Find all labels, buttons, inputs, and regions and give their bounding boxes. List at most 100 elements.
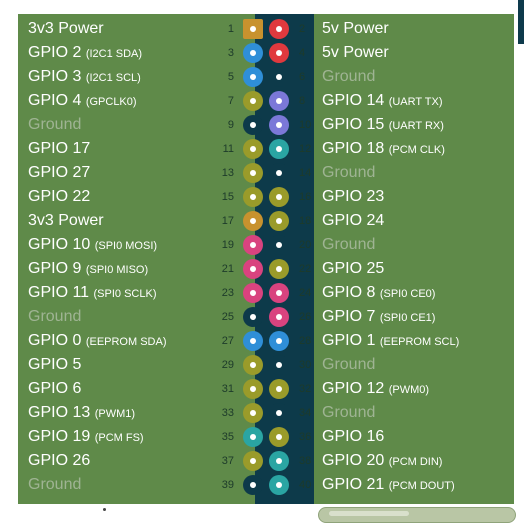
- pin-spi-icon[interactable]: [269, 283, 289, 303]
- pin-gpio-icon[interactable]: [243, 451, 263, 471]
- pin-gpio-icon[interactable]: [243, 355, 263, 375]
- pin-gpio-icon[interactable]: [243, 187, 263, 207]
- pin-name-right[interactable]: GPIO 23: [322, 188, 384, 206]
- pin-name-left[interactable]: 3v3 Power: [28, 212, 104, 230]
- pin-label: GPIO 27: [28, 164, 91, 181]
- pin-name-right[interactable]: GPIO 16: [322, 428, 384, 446]
- pin-gpio-icon[interactable]: [243, 403, 263, 423]
- pin-pcm-icon[interactable]: [269, 475, 289, 495]
- pin-hole-icon: [250, 338, 256, 344]
- pin-name-right[interactable]: GPIO 24: [322, 212, 384, 230]
- pin-hole-icon: [250, 74, 256, 80]
- pin-ground-icon[interactable]: [243, 475, 263, 495]
- pin-gpio-icon[interactable]: [243, 139, 263, 159]
- pin-name-right[interactable]: Ground: [322, 164, 375, 182]
- pin-number: 12: [299, 143, 312, 155]
- pin-name-left[interactable]: Ground: [28, 476, 81, 494]
- pin-number: 16: [299, 191, 312, 203]
- pin-power3v3-icon[interactable]: [243, 19, 263, 39]
- pin-name-left[interactable]: Ground: [28, 308, 81, 326]
- pin-name-left[interactable]: GPIO 10 (SPI0 MOSI): [28, 236, 157, 255]
- pin-name-left[interactable]: GPIO 27: [28, 164, 90, 182]
- pin-name-right[interactable]: GPIO 20 (PCM DIN): [322, 452, 442, 471]
- pin-label: Ground: [28, 116, 82, 133]
- pin-spi-icon[interactable]: [269, 307, 289, 327]
- pin-pcm-icon[interactable]: [269, 451, 289, 471]
- pin-name-right[interactable]: GPIO 14 (UART TX): [322, 92, 443, 111]
- pin-pcm-icon[interactable]: [269, 139, 289, 159]
- pin-i2c-icon[interactable]: [243, 43, 263, 63]
- pin-ground-icon[interactable]: [269, 163, 289, 183]
- pin-name-right[interactable]: GPIO 7 (SPI0 CE1): [322, 308, 435, 327]
- pin-name-left[interactable]: GPIO 11 (SPI0 SCLK): [28, 284, 156, 303]
- pin-gpio-icon[interactable]: [243, 91, 263, 111]
- pin-ground-icon[interactable]: [269, 67, 289, 87]
- pin-name-left[interactable]: GPIO 13 (PWM1): [28, 404, 135, 423]
- pin-ground-icon[interactable]: [269, 235, 289, 255]
- pin-name-right[interactable]: GPIO 15 (UART RX): [322, 116, 444, 135]
- pin-name-right[interactable]: 5v Power: [322, 20, 389, 38]
- bottom-scroll-thumb[interactable]: [329, 511, 409, 516]
- pin-name-right[interactable]: Ground: [322, 68, 375, 86]
- pin-spi-icon[interactable]: [243, 259, 263, 279]
- pin-name-right[interactable]: 5v Power: [322, 44, 389, 62]
- pin-name-right[interactable]: GPIO 8 (SPI0 CE0): [322, 284, 435, 303]
- pin-name-left[interactable]: GPIO 17: [28, 140, 90, 158]
- pin-name-right[interactable]: Ground: [322, 236, 375, 254]
- pin-name-left[interactable]: GPIO 0 (EEPROM SDA): [28, 332, 167, 351]
- pin-gpio-icon[interactable]: [269, 187, 289, 207]
- pin-name-right[interactable]: Ground: [322, 404, 375, 422]
- pin-gpio-icon[interactable]: [243, 379, 263, 399]
- pin-spi-icon[interactable]: [243, 283, 263, 303]
- pin-label: GPIO 9: [28, 260, 82, 277]
- bottom-scroll-hint[interactable]: [318, 507, 516, 523]
- pin-hole-icon: [276, 146, 282, 152]
- pin-number: 14: [299, 167, 312, 179]
- pin-number: 39: [221, 479, 234, 491]
- pin-name-left[interactable]: 3v3 Power: [28, 20, 104, 38]
- pin-name-right[interactable]: Ground: [322, 356, 375, 374]
- pin-power5v-icon[interactable]: [269, 19, 289, 39]
- pin-ground-icon[interactable]: [243, 115, 263, 135]
- pin-name-left[interactable]: GPIO 6: [28, 380, 81, 398]
- pin-label: Ground: [322, 236, 376, 253]
- pin-row: 3v3 Power 1 2 5v Power: [18, 17, 514, 41]
- pin-name-left[interactable]: GPIO 19 (PCM FS): [28, 428, 144, 447]
- pin-spi-icon[interactable]: [243, 235, 263, 255]
- pin-gpio-icon[interactable]: [269, 259, 289, 279]
- pin-name-left[interactable]: GPIO 26: [28, 452, 90, 470]
- pin-pcm-icon[interactable]: [243, 427, 263, 447]
- pin-name-left[interactable]: GPIO 3 (I2C1 SCL): [28, 68, 141, 87]
- pin-function: (SPI0 CE1): [379, 312, 436, 324]
- pin-name-right[interactable]: GPIO 25: [322, 260, 384, 278]
- pin-gpio-icon[interactable]: [269, 379, 289, 399]
- pin-gpio-icon[interactable]: [269, 211, 289, 231]
- pin-name-right[interactable]: GPIO 21 (PCM DOUT): [322, 476, 455, 495]
- pin-i2c-icon[interactable]: [269, 331, 289, 351]
- pin-name-right[interactable]: GPIO 12 (PWM0): [322, 380, 429, 399]
- pin-ground-icon[interactable]: [243, 307, 263, 327]
- pin-power3v3-icon[interactable]: [243, 211, 263, 231]
- pin-uart-icon[interactable]: [269, 91, 289, 111]
- pin-uart-icon[interactable]: [269, 115, 289, 135]
- pin-number: 25: [221, 311, 234, 323]
- pin-name-left[interactable]: GPIO 4 (GPCLK0): [28, 92, 137, 111]
- pin-name-left[interactable]: GPIO 22: [28, 188, 90, 206]
- pin-name-left[interactable]: Ground: [28, 116, 81, 134]
- pin-gpio-icon[interactable]: [243, 163, 263, 183]
- pin-power5v-icon[interactable]: [269, 43, 289, 63]
- pin-name-left[interactable]: GPIO 2 (I2C1 SDA): [28, 44, 142, 63]
- pin-name-right[interactable]: GPIO 18 (PCM CLK): [322, 140, 445, 159]
- pin-hole-icon: [250, 26, 256, 32]
- pin-name-right[interactable]: GPIO 1 (EEPROM SCL): [322, 332, 459, 351]
- pin-name-left[interactable]: GPIO 9 (SPI0 MISO): [28, 260, 148, 279]
- pin-gpio-icon[interactable]: [269, 427, 289, 447]
- pin-i2c-icon[interactable]: [243, 331, 263, 351]
- pin-ground-icon[interactable]: [269, 355, 289, 375]
- pin-name-left[interactable]: GPIO 5: [28, 356, 81, 374]
- pin-hole-icon: [276, 434, 282, 440]
- pin-ground-icon[interactable]: [269, 403, 289, 423]
- pin-i2c-icon[interactable]: [243, 67, 263, 87]
- pin-hole-icon: [276, 362, 282, 368]
- pin-label: Ground: [322, 356, 376, 373]
